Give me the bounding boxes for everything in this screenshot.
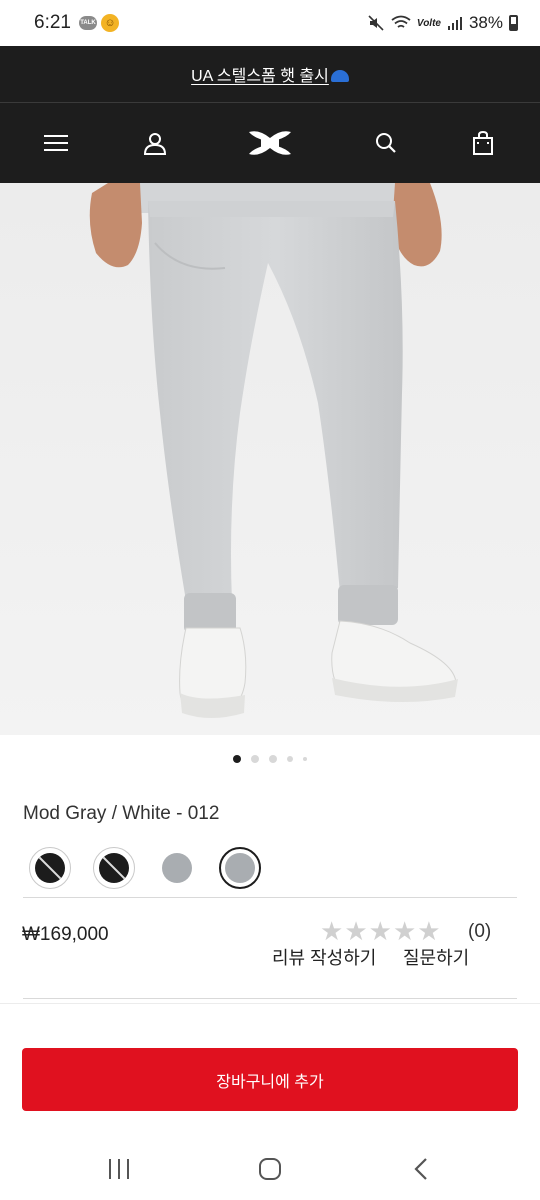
add-to-cart-button[interactable]: 장바구니에 추가 [22,1048,518,1111]
battery-percent: 38% [468,13,503,32]
status-right: Volte 38% [367,13,518,33]
search-icon[interactable] [370,127,402,159]
carousel-dot[interactable] [303,757,307,761]
color-swatch-black-1[interactable] [29,847,71,889]
review-count: (0) [468,921,492,942]
carousel-dot[interactable] [269,755,277,763]
write-review-link[interactable]: 리뷰 작성하기 [272,944,376,970]
star-icon: ★ [417,916,441,946]
star-icon: ★ [368,916,392,946]
divider [23,998,517,999]
status-bar: 6:21 TALK ☺ Volte 38% [0,0,540,46]
color-swatch-gray-1[interactable] [156,847,198,889]
promo-link[interactable]: UA 스텔스폼 햇 출시 [191,62,349,86]
notification-icons: TALK ☺ [78,14,119,32]
product-price: ₩169,000 [22,924,109,945]
recent-apps-icon[interactable] [104,1154,134,1184]
product-photo [0,183,540,735]
mute-icon [368,15,384,31]
status-time: 6:21 [34,12,71,33]
star-icon: ★ [320,916,344,946]
color-swatch-gray-selected[interactable] [219,847,261,889]
cart-icon[interactable] [467,127,499,159]
rating-stars: ★ ★ ★ ★ ★ [320,918,441,944]
color-name: Mod Gray / White - 012 [23,803,220,824]
swatch-color [225,853,255,883]
promo-banner[interactable]: UA 스텔스폼 햇 출시 [0,46,540,103]
under-armour-logo[interactable] [246,127,294,159]
carousel-dots [0,755,540,763]
carousel-dot-active[interactable] [233,755,241,763]
account-icon[interactable] [139,127,171,159]
divider [0,1003,540,1004]
cap-emoji-icon [330,70,349,82]
swatch-color [99,853,129,883]
promo-text: UA 스텔스폼 햇 출시 [191,68,329,85]
main-nav [0,103,540,183]
kakaotalk-icon: TALK [78,16,97,30]
menu-icon[interactable] [40,127,72,159]
wifi-icon [391,15,411,28]
divider [23,897,517,898]
signal-icon [447,17,462,30]
swatch-color [35,853,65,883]
star-icon: ★ [392,916,417,946]
notification-emoji-icon: ☺ [100,14,119,32]
carousel-dot[interactable] [251,755,259,763]
star-icon: ★ [344,916,368,946]
color-swatch-black-2[interactable] [93,847,135,889]
swatch-color [162,853,192,883]
product-image[interactable] [0,183,540,735]
ask-question-link[interactable]: 질문하기 [403,944,469,970]
battery-icon [509,15,518,31]
carousel-dot[interactable] [287,756,293,762]
system-nav-bar [0,1138,540,1200]
back-icon[interactable] [406,1154,436,1184]
volte-icon: Volte [416,17,441,29]
home-icon[interactable] [255,1154,285,1184]
